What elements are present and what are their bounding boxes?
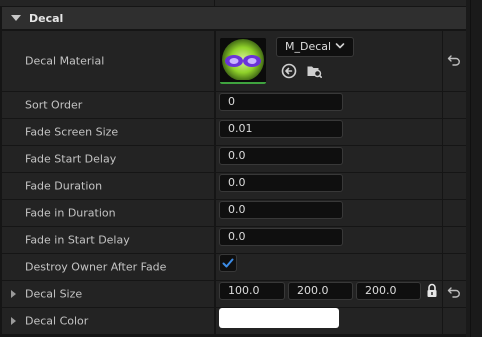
section-title: Decal [29, 11, 64, 25]
checkmark-icon [222, 258, 234, 268]
reset-arrow-icon[interactable] [447, 53, 461, 67]
fade-in-start-delay-input[interactable]: 0.0 [219, 228, 343, 246]
lock-icon[interactable] [425, 283, 439, 298]
fade-screen-size-input[interactable]: 0.01 [219, 120, 343, 138]
caret-right-icon[interactable] [11, 317, 16, 325]
sort-order-input[interactable]: 0 [219, 93, 343, 111]
decal-material-thumbnail[interactable] [220, 38, 266, 84]
fade-in-duration-input[interactable]: 0.0 [219, 201, 343, 219]
fade-screen-size-label: Fade Screen Size [25, 125, 119, 139]
decal-size-z-input[interactable]: 200.0 [356, 282, 421, 300]
fade-start-delay-label: Fade Start Delay [25, 152, 117, 166]
sort-order-label: Sort Order [25, 98, 83, 112]
folder-search-icon[interactable] [306, 63, 322, 79]
destroy-owner-after-fade-label: Destroy Owner After Fade [25, 260, 167, 274]
decal-size-x-input[interactable]: 100.0 [219, 282, 285, 300]
decal-section-header[interactable]: Decal [2, 7, 466, 29]
chevron-down-icon [335, 43, 345, 49]
decal-material-dropdown[interactable]: M_Decal [276, 37, 354, 57]
decal-size-label: Decal Size [25, 287, 83, 301]
fade-duration-input[interactable]: 0.0 [219, 174, 343, 192]
fade-in-duration-label: Fade in Duration [25, 206, 116, 220]
caret-right-icon[interactable] [11, 290, 16, 298]
fade-in-start-delay-label: Fade in Start Delay [25, 233, 130, 247]
decal-size-reset-icon[interactable] [447, 285, 461, 299]
destroy-owner-after-fade-checkbox[interactable] [219, 254, 237, 272]
decal-material-label: Decal Material [25, 54, 105, 68]
arrow-left-circle-icon[interactable] [281, 63, 297, 79]
caret-down-icon[interactable] [11, 15, 21, 21]
fade-duration-label: Fade Duration [25, 179, 103, 193]
previous-section-strip [0, 0, 466, 6]
decal-size-y-input[interactable]: 200.0 [288, 282, 353, 300]
details-scrollbar[interactable] [466, 0, 482, 337]
decal-material-value: M_Decal [285, 40, 332, 53]
decal-color-swatch[interactable] [219, 308, 339, 328]
decal-color-label: Decal Color [25, 314, 89, 328]
fade-start-delay-input[interactable]: 0.0 [219, 147, 343, 165]
